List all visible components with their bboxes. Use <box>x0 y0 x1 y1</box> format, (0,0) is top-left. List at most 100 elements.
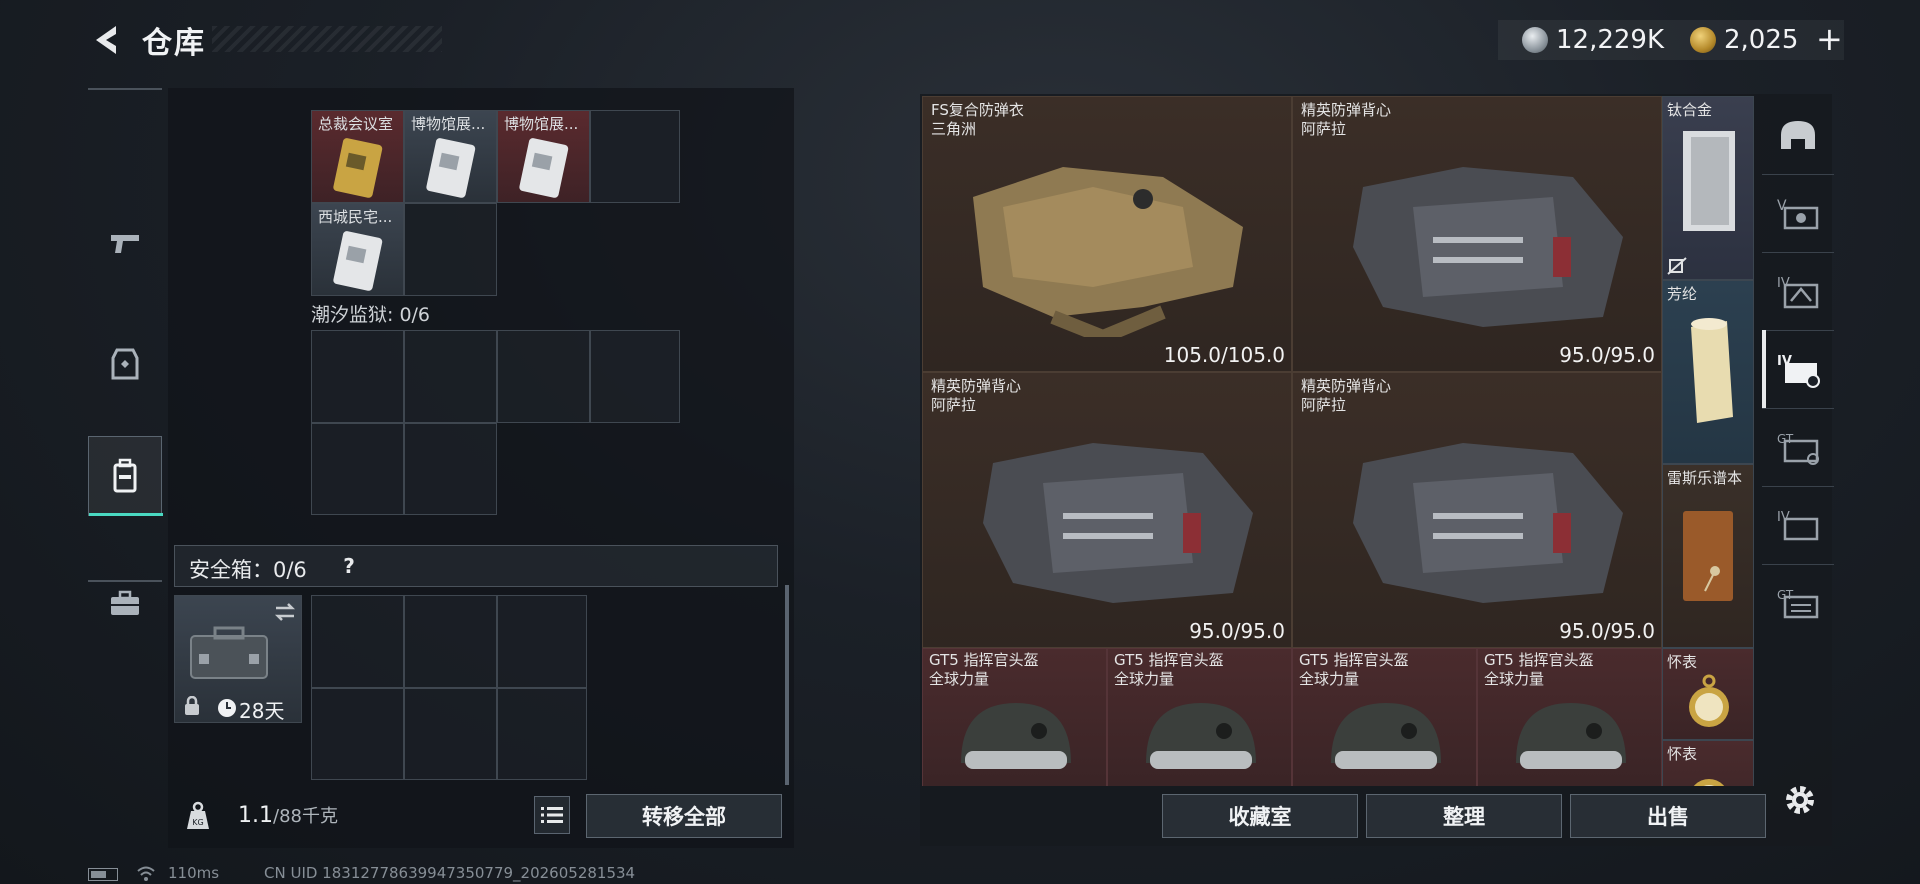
settings-button[interactable] <box>1778 778 1822 822</box>
helmet-item[interactable]: GT5 指挥官头盔 全球力量 <box>922 648 1107 786</box>
gear-icon <box>1786 786 1814 814</box>
help-icon[interactable]: ? <box>335 552 363 580</box>
empty-slot[interactable] <box>404 203 497 296</box>
armor-iv-active-icon: IV <box>1777 354 1820 388</box>
item-maker: 全球力量 <box>1114 670 1175 688</box>
weight-bar: KG 1.1/88千克 转移全部 <box>176 788 784 844</box>
durability: 95.0/95.0 <box>1559 619 1655 643</box>
rail-item-storage[interactable] <box>88 436 163 516</box>
safebox-item[interactable]: 28天 <box>174 595 302 723</box>
empty-slot[interactable] <box>311 423 404 515</box>
metal-plate-icon <box>1683 131 1735 231</box>
empty-slot[interactable] <box>590 110 680 203</box>
music-book-item[interactable]: 雷斯乐谱本 <box>1662 464 1754 648</box>
item-name-block: GT5 指挥官头盔 全球力量 <box>929 651 1039 689</box>
helmet-item[interactable]: GT5 指挥官头盔 全球力量 <box>1107 648 1292 786</box>
svg-text:IV: IV <box>1777 510 1790 525</box>
keycard-item[interactable]: 博物馆展... <box>404 110 497 203</box>
loadout-icon <box>111 348 139 380</box>
clock-icon <box>218 699 236 717</box>
currency-bar: 12,229K 2,025 + <box>1498 20 1844 60</box>
empty-slot[interactable] <box>404 330 497 423</box>
item-name-block: GT5 指挥官头盔 全球力量 <box>1299 651 1409 689</box>
keycard-item[interactable]: 西城民宅... <box>311 203 404 296</box>
armor-item[interactable]: 精英防弹背心 阿萨拉 95.0/95.0 <box>1292 96 1662 372</box>
filter-chest-rig[interactable]: V <box>1762 174 1834 252</box>
filter-gti[interactable]: GT <box>1762 408 1834 486</box>
filter-iv[interactable]: IV <box>1762 486 1834 564</box>
rail-item-tools[interactable] <box>88 564 162 644</box>
armor-item[interactable]: 精英防弹背心 阿萨拉 95.0/95.0 <box>1292 372 1662 648</box>
inventory-grid: FS复合防弹衣 三角洲 105.0/105.0 精英防弹背心 阿萨拉 95.0/… <box>922 96 1754 786</box>
collection-room-button[interactable]: 收藏室 <box>1162 794 1358 838</box>
elite-vest-icon <box>1353 167 1623 327</box>
add-currency-button[interactable]: + <box>1816 20 1843 58</box>
camo-vest-icon <box>973 167 1243 337</box>
weight-current: 1.1 <box>238 803 273 828</box>
aramid-item[interactable]: 芳纶 <box>1662 280 1754 464</box>
empty-slot[interactable] <box>311 330 404 423</box>
keycard-item[interactable]: 总裁会议室 <box>311 110 404 203</box>
helmet-icon <box>1516 703 1626 769</box>
empty-slot[interactable] <box>404 688 497 780</box>
sell-button[interactable]: 出售 <box>1570 794 1766 838</box>
backpack-icon <box>113 458 137 493</box>
briefcase-icon <box>111 590 139 615</box>
helmet-icon <box>1331 703 1441 769</box>
helmet-item[interactable]: GT5 指挥官头盔 全球力量 <box>1477 648 1662 786</box>
filter-gtii[interactable]: GT <box>1762 564 1834 642</box>
header: 仓库 12,229K 2,025 + <box>0 0 1920 80</box>
durability: 95.0/95.0 <box>1189 619 1285 643</box>
item-name: 精英防弹背心 <box>1301 101 1392 119</box>
safebox-label: 安全箱：0/6 <box>189 558 307 582</box>
empty-slot[interactable] <box>590 330 680 423</box>
sort-button[interactable]: 整理 <box>1366 794 1562 838</box>
storage-scrollbar[interactable] <box>785 585 789 785</box>
gti-icon: GT <box>1777 432 1819 465</box>
pocket-watch-icon <box>1689 674 1729 727</box>
swap-icon <box>274 603 296 621</box>
helmet-slot-icon <box>1781 121 1815 149</box>
safebox-time: 28天 <box>239 699 285 723</box>
svg-text:KG: KG <box>192 818 203 827</box>
gold-coin-icon <box>1690 27 1716 53</box>
rail-divider <box>88 88 162 90</box>
pocket-watch-item[interactable]: 怀表 <box>1662 648 1754 740</box>
empty-slot[interactable] <box>311 688 404 780</box>
item-name: GT5 指挥官头盔 <box>929 651 1039 669</box>
empty-slot[interactable] <box>311 595 404 688</box>
keycard-silver-icon <box>519 138 569 198</box>
item-name-block: 精英防弹背心 阿萨拉 <box>1301 377 1391 415</box>
empty-slot[interactable] <box>497 688 587 780</box>
filter-armor-iv[interactable]: IV <box>1762 252 1834 330</box>
empty-slot[interactable] <box>497 595 587 688</box>
item-label: 总裁会议室 <box>318 115 394 133</box>
weight-icon: KG <box>176 792 220 840</box>
safebox-case-icon <box>190 626 268 679</box>
lock-icon <box>185 696 199 715</box>
silver-amount: 12,229K <box>1556 25 1665 55</box>
item-name-block: FS复合防弹衣 三角洲 <box>931 101 1024 139</box>
empty-slot[interactable] <box>497 330 590 423</box>
item-name: FS复合防弹衣 <box>931 101 1024 119</box>
back-button[interactable] <box>88 22 122 58</box>
pocket-watch-item[interactable]: 怀表 <box>1662 740 1754 786</box>
item-label: 博物馆展... <box>411 115 486 133</box>
keycard-item[interactable]: 博物馆展... <box>497 110 590 203</box>
helmet-item[interactable]: GT5 指挥官头盔 全球力量 <box>1292 648 1477 786</box>
svg-text:IV: IV <box>1777 276 1790 291</box>
no-sell-icon <box>1667 257 1687 275</box>
chest-rig-v-icon: V <box>1777 198 1819 230</box>
filter-armor-iv-active[interactable]: IV <box>1762 330 1834 408</box>
rail-item-weapons[interactable] <box>88 202 162 282</box>
item-name: 精英防弹背心 <box>1301 377 1392 395</box>
empty-slot[interactable] <box>404 423 497 515</box>
armor-item[interactable]: 精英防弹背心 阿萨拉 95.0/95.0 <box>922 372 1292 648</box>
filter-helmet[interactable] <box>1762 96 1834 174</box>
rail-item-loadout[interactable] <box>88 324 162 404</box>
list-view-button[interactable] <box>534 796 570 834</box>
armor-item[interactable]: FS复合防弹衣 三角洲 105.0/105.0 <box>922 96 1292 372</box>
empty-slot[interactable] <box>404 595 497 688</box>
titanium-item[interactable]: 钛合金 <box>1662 96 1754 280</box>
transfer-all-button[interactable]: 转移全部 <box>586 794 782 838</box>
